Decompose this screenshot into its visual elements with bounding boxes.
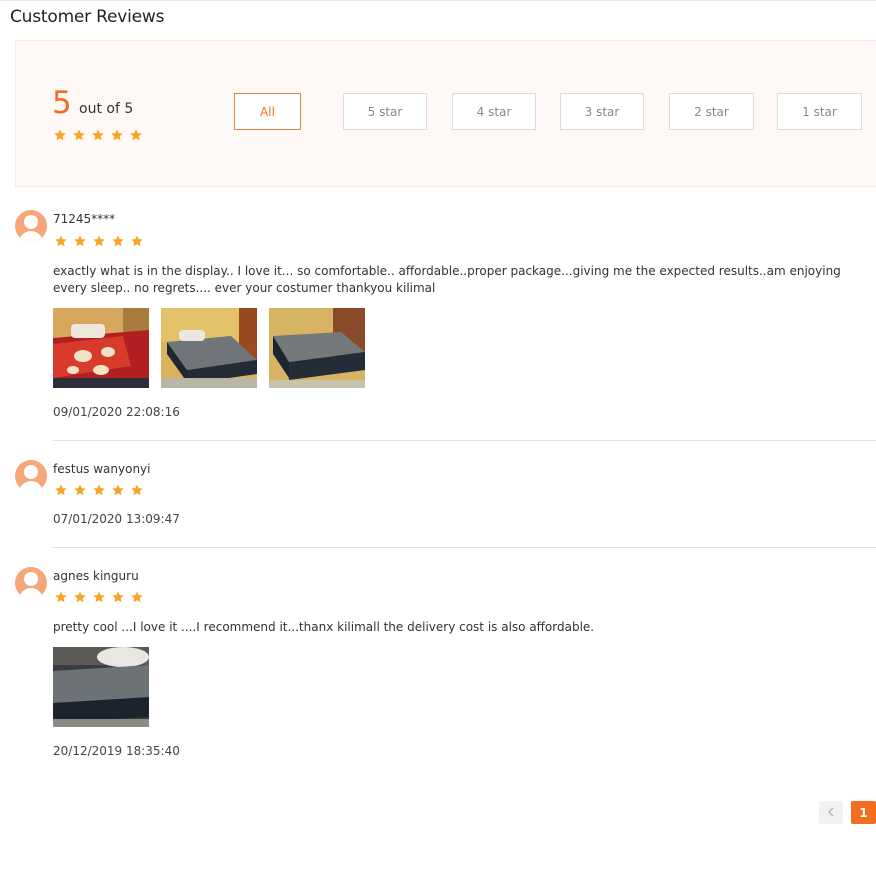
review-photos	[53, 647, 149, 727]
star-icon	[130, 234, 144, 248]
review-photo[interactable]	[269, 308, 365, 388]
star-icon	[92, 483, 106, 497]
star-icon	[111, 590, 125, 604]
review-star-rating	[54, 590, 144, 604]
score-suffix: out of 5	[79, 101, 134, 117]
summary-star-rating	[53, 128, 143, 142]
review-username: festus wanyonyi	[53, 462, 151, 476]
star-icon	[54, 483, 68, 497]
star-icon	[73, 483, 87, 497]
star-icon	[129, 128, 143, 142]
star-icon	[72, 128, 86, 142]
filter-3-star-button[interactable]: 3 star	[560, 93, 644, 130]
review-photo[interactable]	[161, 308, 257, 388]
review-text: exactly what is in the display.. I love …	[53, 264, 841, 295]
filter-1-star-button[interactable]: 1 star	[777, 93, 862, 130]
review-star-rating	[54, 234, 144, 248]
review-divider	[53, 440, 876, 441]
star-icon	[73, 590, 87, 604]
filter-5-star-button[interactable]: 5 star	[343, 93, 427, 130]
star-icon	[92, 234, 106, 248]
avatar	[15, 567, 47, 599]
filter-2-star-button[interactable]: 2 star	[669, 93, 754, 130]
review-star-rating	[54, 483, 144, 497]
star-icon	[130, 590, 144, 604]
pagination-prev-button[interactable]	[819, 801, 843, 824]
star-icon	[111, 234, 125, 248]
review-username: agnes kinguru	[53, 569, 139, 583]
review-divider	[53, 547, 876, 548]
filter-4-star-button[interactable]: 4 star	[452, 93, 536, 130]
review-text: pretty cool ...I love it ....I recommend…	[53, 620, 595, 634]
rating-summary: 5 out of 5 All 5 star 4 star 3 star 2 st…	[15, 40, 876, 187]
star-icon	[54, 234, 68, 248]
top-divider	[0, 0, 876, 1]
star-icon	[92, 590, 106, 604]
star-icon	[110, 128, 124, 142]
star-icon	[54, 590, 68, 604]
avatar	[15, 210, 47, 242]
review-timestamp: 09/01/2020 22:08:16	[53, 405, 180, 419]
avatar	[15, 460, 47, 492]
star-icon	[91, 128, 105, 142]
section-title: Customer Reviews	[10, 7, 165, 27]
star-icon	[73, 234, 87, 248]
review-photo[interactable]	[53, 308, 149, 388]
review-timestamp: 20/12/2019 18:35:40	[53, 744, 180, 758]
review-photos	[53, 308, 365, 388]
review-timestamp: 07/01/2020 13:09:47	[53, 512, 180, 526]
star-icon	[111, 483, 125, 497]
pagination-page-1[interactable]: 1	[851, 801, 876, 824]
average-score: 5	[52, 85, 72, 121]
review-username: 71245****	[53, 212, 116, 226]
star-icon	[130, 483, 144, 497]
review-photo[interactable]	[53, 647, 149, 727]
star-icon	[53, 128, 67, 142]
chevron-left-icon	[827, 806, 835, 820]
filter-all-button[interactable]: All	[234, 93, 301, 130]
